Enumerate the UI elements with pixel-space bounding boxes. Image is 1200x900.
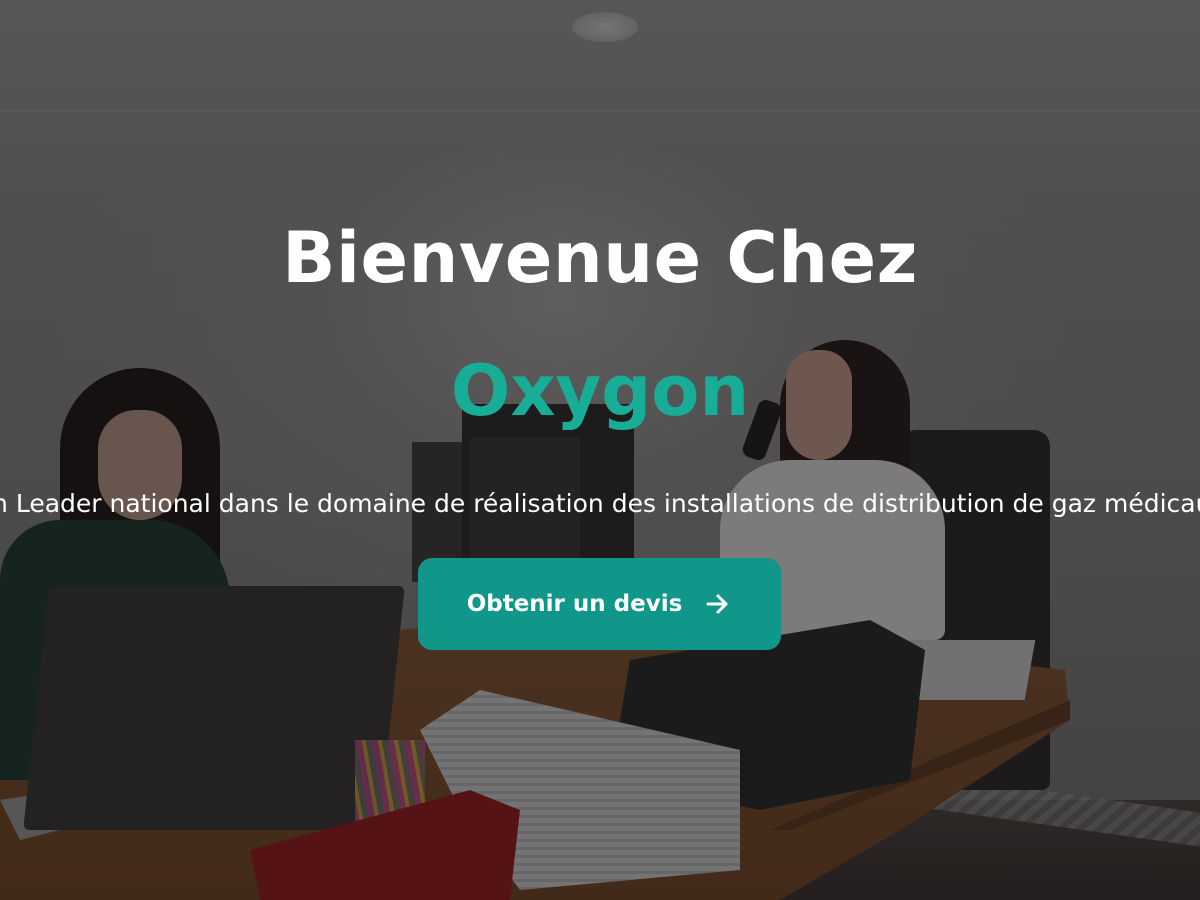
hero-title-line1: Bienvenue Chez [282, 217, 918, 299]
arrow-right-icon [704, 590, 732, 618]
hero-brand-name: Oxygon [450, 350, 750, 432]
hero-dark-overlay [0, 0, 1200, 900]
hero-subtitle: Un Leader national dans le domaine de ré… [0, 489, 1200, 518]
get-quote-button-label: Obtenir un devis [466, 591, 683, 617]
hero-section: Bienvenue Chez Oxygon Un Leader national… [0, 0, 1200, 900]
get-quote-button[interactable]: Obtenir un devis [418, 558, 781, 650]
